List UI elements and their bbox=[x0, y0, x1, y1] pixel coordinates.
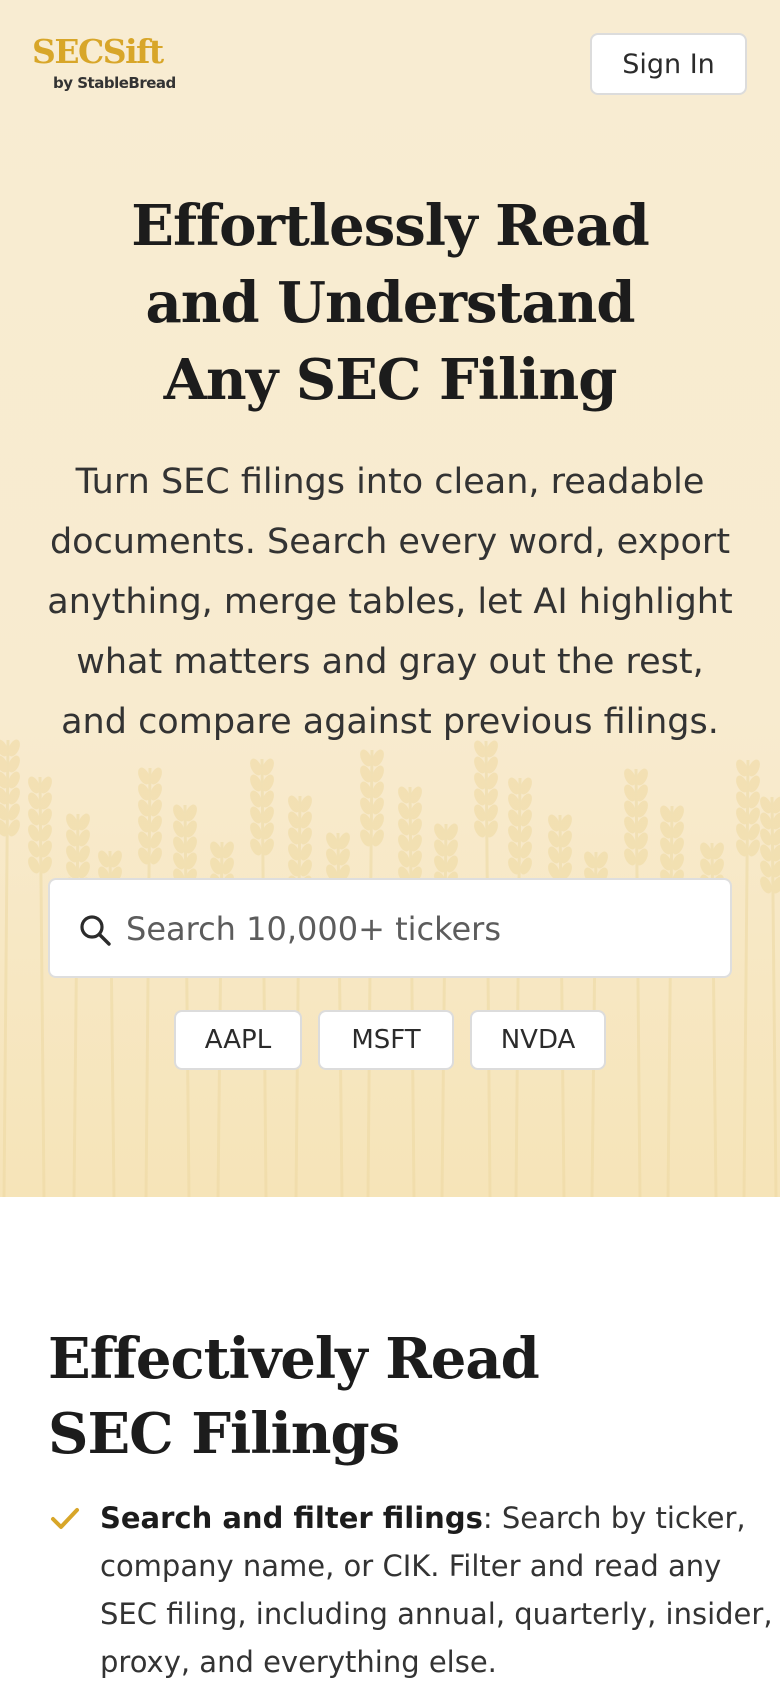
ticker-chip-aapl[interactable]: AAPL bbox=[174, 1010, 302, 1070]
ticker-search-box[interactable] bbox=[48, 878, 732, 978]
search-icon bbox=[80, 915, 111, 946]
sign-in-button[interactable]: Sign In bbox=[590, 33, 747, 95]
feature-separator: : bbox=[482, 1501, 502, 1535]
hero-title-line-1: Effortlessly Read bbox=[131, 193, 649, 259]
features-title-line-2: SEC Filings bbox=[48, 1401, 400, 1467]
hero-title: Effortlessly Read and Understand Any SEC… bbox=[40, 188, 740, 419]
hero-description: Turn SEC filings into clean, readable do… bbox=[47, 462, 733, 742]
hero-title-line-3: Any SEC Filing bbox=[163, 347, 618, 413]
check-icon bbox=[51, 1508, 79, 1529]
hero-title-line-2: and Understand bbox=[145, 270, 635, 336]
feature-title: Search and filter filings bbox=[100, 1501, 483, 1535]
logo-byline: by StableBread bbox=[53, 74, 176, 92]
feature-text: Search and filter filings: Search by tic… bbox=[100, 1494, 780, 1686]
ticker-chip-msft[interactable]: MSFT bbox=[318, 1010, 454, 1070]
logo-wordmark: SECSift bbox=[32, 32, 164, 71]
page: SECSift by StableBread Sign In Effortles… bbox=[0, 0, 780, 1688]
hero-section: SECSift by StableBread Sign In Effortles… bbox=[0, 0, 780, 1197]
ticker-chip-list: AAPL MSFT NVDA bbox=[0, 1010, 780, 1070]
ticker-search-input[interactable] bbox=[126, 900, 716, 958]
brand-logo[interactable]: SECSift by StableBread bbox=[32, 30, 192, 100]
features-title: Effectively Read SEC Filings bbox=[48, 1322, 668, 1472]
features-title-line-1: Effectively Read bbox=[48, 1326, 540, 1392]
ticker-chip-nvda[interactable]: NVDA bbox=[470, 1010, 606, 1070]
